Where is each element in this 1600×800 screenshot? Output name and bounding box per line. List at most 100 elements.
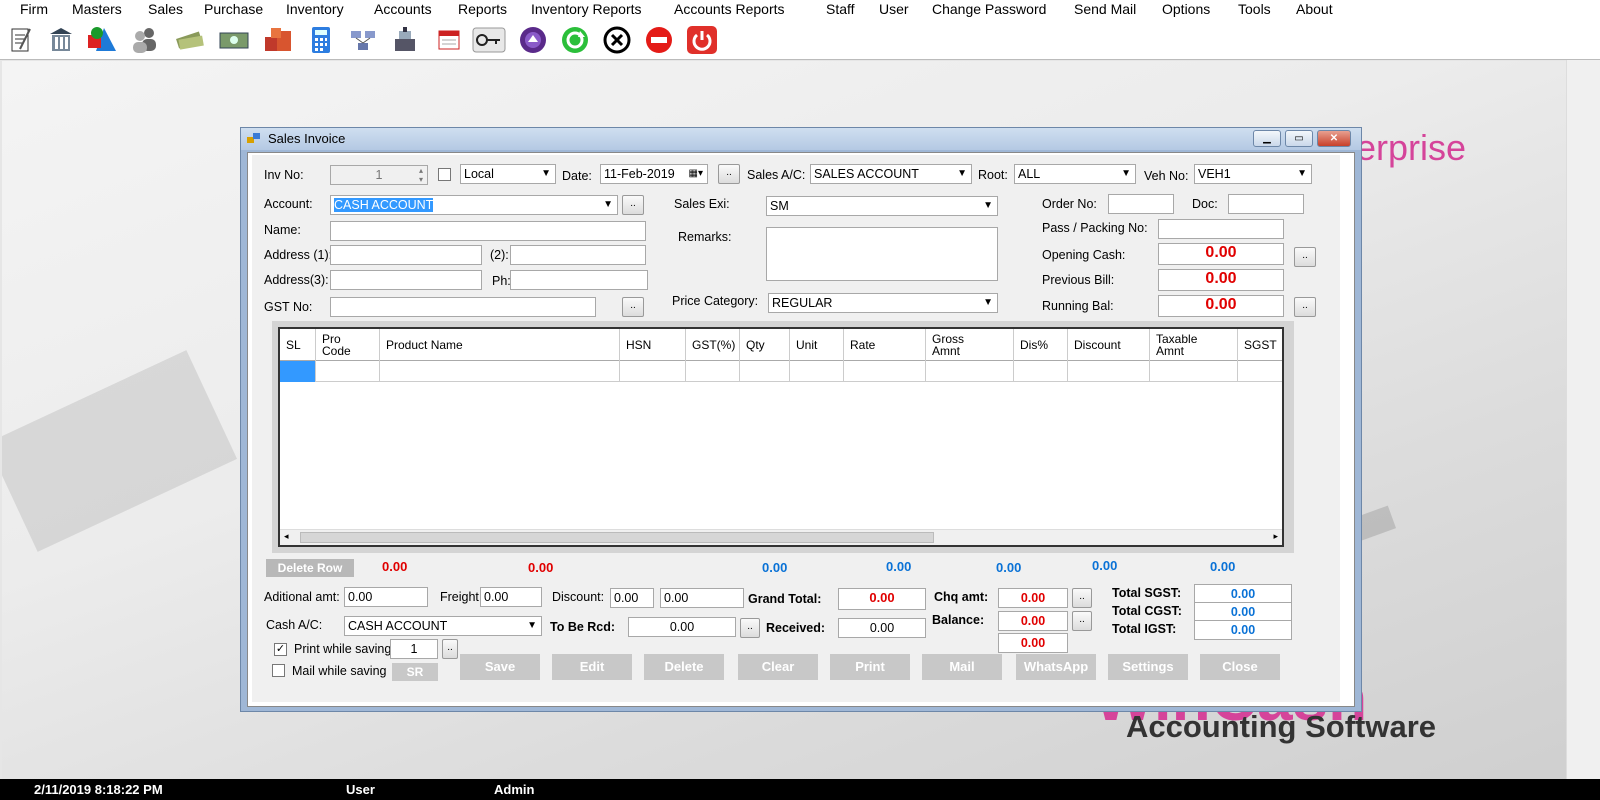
grid-cell[interactable] bbox=[1068, 361, 1150, 382]
power-icon[interactable] bbox=[686, 25, 717, 55]
col-qty[interactable]: Qty bbox=[740, 329, 790, 361]
print-copies-input[interactable]: 1 bbox=[390, 639, 438, 659]
local-select[interactable]: Local ▼ bbox=[460, 164, 556, 184]
sales-ac-select[interactable]: SALES ACCOUNT ▼ bbox=[810, 164, 972, 184]
menu-options[interactable]: Options bbox=[1162, 0, 1210, 18]
running-bal-more-button[interactable]: .. bbox=[1294, 297, 1316, 317]
address1-input[interactable] bbox=[330, 245, 482, 265]
menu-about[interactable]: About bbox=[1296, 0, 1333, 18]
gst-no-input[interactable] bbox=[330, 297, 596, 317]
calculator-icon[interactable] bbox=[306, 25, 336, 55]
menu-staff[interactable]: Staff bbox=[826, 0, 855, 18]
print-copies-more-button[interactable]: .. bbox=[442, 639, 458, 659]
discount-amount-input[interactable]: 0.00 bbox=[660, 588, 744, 608]
mail-while-saving-checkbox[interactable] bbox=[272, 664, 285, 677]
grid-cell[interactable] bbox=[1014, 361, 1068, 382]
col-sl[interactable]: SL bbox=[280, 329, 316, 361]
grid-horizontal-scrollbar[interactable]: ◂ ▸ bbox=[280, 529, 1282, 545]
col-hsn[interactable]: HSN bbox=[620, 329, 686, 361]
print-button[interactable]: Print bbox=[830, 654, 910, 680]
col-discount[interactable]: Discount bbox=[1068, 329, 1150, 361]
cash-ac-select[interactable]: CASH ACCOUNT ▼ bbox=[344, 616, 542, 636]
cash-note-icon[interactable] bbox=[218, 25, 249, 55]
inv-no-input[interactable]: 1 ▴ ▾ bbox=[330, 165, 428, 185]
delete-row-button[interactable]: Delete Row bbox=[266, 559, 354, 577]
settings-button[interactable]: Settings bbox=[1108, 654, 1188, 680]
grid-cell[interactable] bbox=[926, 361, 1014, 382]
delete-button[interactable]: Delete bbox=[644, 654, 724, 680]
vertical-scrollbar[interactable] bbox=[1566, 60, 1600, 780]
col-gst[interactable]: GST(%) bbox=[686, 329, 740, 361]
name-input[interactable] bbox=[330, 221, 646, 241]
opening-cash-more-button[interactable]: .. bbox=[1294, 247, 1316, 267]
gst-more-button[interactable]: .. bbox=[622, 297, 644, 317]
grid-cell[interactable] bbox=[844, 361, 926, 382]
menu-firm[interactable]: Firm bbox=[20, 0, 48, 18]
close-button[interactable]: Close bbox=[1200, 654, 1280, 680]
menu-user[interactable]: User bbox=[879, 0, 909, 18]
users-icon[interactable] bbox=[130, 25, 160, 55]
grid-cell[interactable] bbox=[280, 361, 316, 382]
cash-register-icon[interactable] bbox=[390, 25, 420, 55]
shapes-icon[interactable] bbox=[86, 25, 116, 55]
menu-tools[interactable]: Tools bbox=[1238, 0, 1271, 18]
menu-send-mail[interactable]: Send Mail bbox=[1074, 0, 1136, 18]
account-more-button[interactable]: .. bbox=[622, 195, 644, 215]
inv-checkbox[interactable] bbox=[438, 168, 451, 181]
chq-amt-value[interactable]: 0.00 bbox=[998, 588, 1068, 608]
col-sgst[interactable]: SGST bbox=[1238, 329, 1286, 361]
boxes-icon[interactable] bbox=[262, 25, 292, 55]
menu-masters[interactable]: Masters bbox=[72, 0, 122, 18]
account-select[interactable]: CASH ACCOUNT ▼ bbox=[330, 195, 618, 215]
additional-amt-input[interactable]: 0.00 bbox=[344, 587, 428, 607]
save-button[interactable]: Save bbox=[460, 654, 540, 680]
date-picker[interactable]: 11-Feb-2019 ▦▾ bbox=[600, 164, 708, 184]
grid-cell[interactable] bbox=[790, 361, 844, 382]
window-titlebar[interactable]: Sales Invoice ▁ ▭ ✕ bbox=[241, 128, 1361, 150]
address3-input[interactable] bbox=[330, 270, 482, 290]
notepad-icon[interactable] bbox=[6, 25, 36, 55]
received-input[interactable]: 0.00 bbox=[838, 618, 926, 638]
edit-button[interactable]: Edit bbox=[552, 654, 632, 680]
product-grid[interactable]: SL Pro Code Product Name HSN GST(%) Qty … bbox=[278, 327, 1284, 547]
money-icon[interactable] bbox=[174, 25, 204, 55]
date-more-button[interactable]: .. bbox=[718, 164, 740, 184]
scroll-right-icon[interactable]: ▸ bbox=[1273, 531, 1278, 542]
grid-cell[interactable] bbox=[620, 361, 686, 382]
purple-round-icon[interactable] bbox=[518, 25, 548, 55]
col-taxable-amnt[interactable]: Taxable Amnt bbox=[1150, 329, 1238, 361]
remarks-textarea[interactable] bbox=[766, 227, 998, 281]
menu-purchase[interactable]: Purchase bbox=[204, 0, 263, 18]
table-row[interactable] bbox=[280, 361, 1282, 382]
col-unit[interactable]: Unit bbox=[790, 329, 844, 361]
whatsapp-button[interactable]: WhatsApp bbox=[1016, 654, 1096, 680]
grid-cell[interactable] bbox=[686, 361, 740, 382]
sales-exi-select[interactable]: SM ▼ bbox=[766, 196, 998, 216]
mail-button[interactable]: Mail bbox=[922, 654, 1002, 680]
minimize-button[interactable]: ▁ bbox=[1253, 130, 1281, 147]
col-pro-code[interactable]: Pro Code bbox=[316, 329, 380, 361]
menu-reports[interactable]: Reports bbox=[458, 0, 507, 18]
stop-icon[interactable] bbox=[644, 25, 674, 55]
price-category-select[interactable]: REGULAR ▼ bbox=[768, 293, 998, 313]
close-circle-icon[interactable] bbox=[602, 25, 632, 55]
root-select[interactable]: ALL ▼ bbox=[1014, 164, 1136, 184]
doc-input[interactable] bbox=[1228, 194, 1304, 214]
order-no-input[interactable] bbox=[1108, 194, 1174, 214]
col-dis-percent[interactable]: Dis% bbox=[1014, 329, 1068, 361]
key-icon[interactable] bbox=[472, 25, 506, 55]
col-product-name[interactable]: Product Name bbox=[380, 329, 620, 361]
calendar-icon[interactable] bbox=[434, 25, 464, 55]
veh-no-select[interactable]: VEH1 ▼ bbox=[1194, 164, 1312, 184]
balance-more-button[interactable]: .. bbox=[1072, 611, 1092, 631]
address2-input[interactable] bbox=[510, 245, 646, 265]
menu-accounts[interactable]: Accounts bbox=[374, 0, 432, 18]
grid-cell[interactable] bbox=[1150, 361, 1238, 382]
menu-inventory-reports[interactable]: Inventory Reports bbox=[531, 0, 642, 18]
menu-inventory[interactable]: Inventory bbox=[286, 0, 344, 18]
to-be-rcd-more-button[interactable]: .. bbox=[740, 618, 760, 638]
phone-input[interactable] bbox=[510, 270, 648, 290]
grid-cell[interactable] bbox=[380, 361, 620, 382]
maximize-button[interactable]: ▭ bbox=[1285, 130, 1313, 147]
to-be-rcd-input[interactable]: 0.00 bbox=[628, 617, 736, 637]
